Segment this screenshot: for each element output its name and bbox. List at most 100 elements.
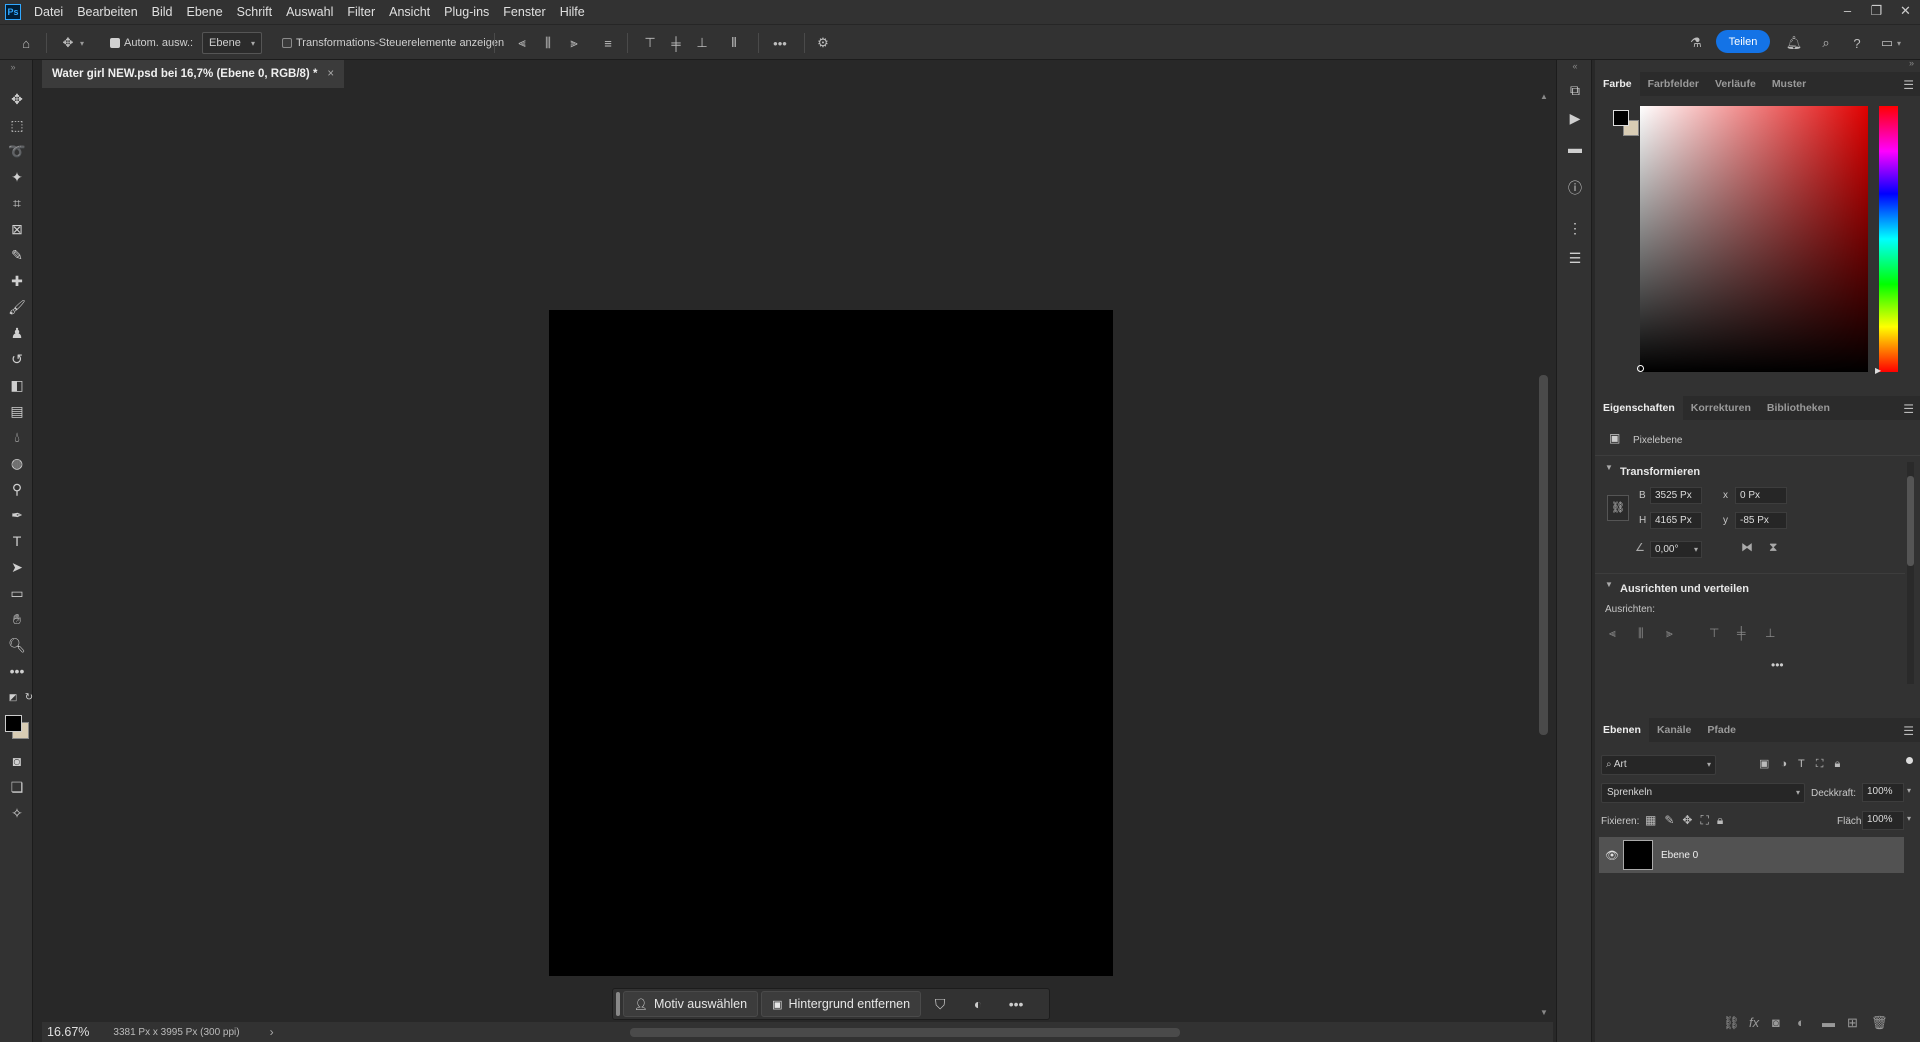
vertical-scroll-thumb[interactable] [1539, 375, 1548, 735]
new-layer-icon[interactable]: ⊞ [1847, 1015, 1858, 1031]
drag-handle[interactable] [616, 992, 620, 1016]
tab-muster[interactable]: Muster [1764, 72, 1814, 96]
height-field[interactable]: 4165 Px [1650, 512, 1702, 529]
horizontal-scrollbar[interactable] [280, 1024, 1530, 1040]
layer-row[interactable]: 👁︎ Ebene 0 [1599, 837, 1904, 873]
hue-slider-handle[interactable]: ▶ [1875, 366, 1881, 375]
tab-pfade[interactable]: Pfade [1699, 718, 1744, 742]
collapse-icon[interactable]: » [1909, 58, 1914, 68]
align-left-icon[interactable]: ⫷ [1609, 626, 1616, 641]
healing-brush-tool-icon[interactable]: ✚ [8, 272, 26, 290]
crop-tool-icon[interactable]: ⌗ [8, 194, 26, 212]
flip-horizontal-icon[interactable]: ⧓ [1741, 540, 1753, 554]
canvas-area[interactable]: 👤︎ Motiv auswählen ▣ Hintergrund entfern… [42, 88, 1535, 1023]
flask-icon[interactable]: ⚗ [1688, 35, 1704, 51]
info-panel-icon[interactable]: ⓘ [1567, 180, 1583, 196]
zoom-tool-icon[interactable]: 🔍︎ [8, 636, 26, 654]
hue-slider[interactable] [1879, 106, 1898, 372]
gradient-tool-icon[interactable]: ▤ [8, 402, 26, 420]
y-field[interactable]: -85 Px [1735, 512, 1787, 529]
more-tools-icon[interactable]: ••• [8, 662, 26, 680]
flip-vertical-icon[interactable]: ⧗ [1769, 540, 1777, 555]
clone-stamp-tool-icon[interactable]: ♟ [8, 324, 26, 342]
foreground-color-swatch[interactable] [1613, 110, 1629, 126]
menu-plugins[interactable]: Plug-ins [437, 0, 496, 24]
menu-hilfe[interactable]: Hilfe [553, 0, 592, 24]
quick-mask-icon[interactable]: ◙ [8, 752, 26, 770]
add-mask-icon[interactable]: ◙ [1772, 1015, 1780, 1030]
rectangle-tool-icon[interactable]: ▭ [8, 584, 26, 602]
properties-scrollbar[interactable] [1907, 462, 1914, 684]
scroll-down-icon[interactable]: ▼ [1540, 1008, 1548, 1017]
color-picker-cursor[interactable] [1637, 365, 1644, 372]
path-selection-tool-icon[interactable]: ➤ [8, 558, 26, 576]
chevron-down-icon[interactable]: ▼ [1605, 580, 1613, 589]
auto-select-dropdown[interactable]: Ebene ▾ [202, 32, 262, 54]
vertical-scrollbar[interactable]: ▲ ▼ [1535, 88, 1553, 1023]
chevron-down-icon[interactable]: ▾ [1907, 786, 1911, 795]
menu-filter[interactable]: Filter [340, 0, 382, 24]
transform-icon[interactable]: ⛉ [921, 996, 959, 1013]
menu-fenster[interactable]: Fenster [496, 0, 552, 24]
panel-menu-icon[interactable]: ☰ [1903, 724, 1914, 738]
panel-menu-icon[interactable]: ☰ [1903, 78, 1914, 92]
tab-ebenen[interactable]: Ebenen [1595, 718, 1649, 742]
layer-filter-dropdown[interactable]: ⌕ Art ▾ [1601, 755, 1716, 775]
chevron-right-icon[interactable]: › [270, 1025, 274, 1039]
help-icon[interactable]: ? [1849, 35, 1865, 51]
width-field[interactable]: 3525 Px [1650, 487, 1702, 504]
paint-bucket-icon[interactable]: ◍ [8, 454, 26, 472]
layer-filter-icons[interactable]: ▣◑T⛶🔒︎ [1759, 757, 1851, 771]
auto-select-checkbox[interactable] [110, 38, 120, 48]
pen-tool-icon[interactable]: ✒ [8, 506, 26, 524]
brush-settings-icon[interactable]: ⋮ [1567, 220, 1583, 236]
align-middle-v-icon[interactable]: ╪ [668, 35, 684, 51]
chevron-down-icon[interactable]: ▼ [1605, 463, 1613, 472]
eraser-tool-icon[interactable]: ◧ [8, 376, 26, 394]
menu-ebene[interactable]: Ebene [180, 0, 230, 24]
dodge-tool-icon[interactable]: ⚲ [8, 480, 26, 498]
align-right-icon[interactable]: ⫸ [1666, 626, 1673, 641]
move-tool-icon[interactable]: ✥ [60, 35, 76, 51]
screen-mode-icon[interactable]: ❏ [8, 778, 26, 796]
fill-field[interactable]: 100% [1862, 811, 1904, 830]
chevron-down-icon[interactable]: ▾ [80, 39, 84, 48]
move-tool-icon[interactable]: ✥ [8, 90, 26, 108]
scroll-up-icon[interactable]: ▲ [1540, 92, 1548, 101]
close-window-icon[interactable]: ✕ [1891, 0, 1920, 24]
distribute-icon[interactable]: ≡ [600, 35, 616, 51]
menu-schrift[interactable]: Schrift [230, 0, 279, 24]
chevron-down-icon[interactable]: ▾ [1907, 814, 1911, 823]
restore-icon[interactable]: ❐ [1862, 0, 1891, 24]
gear-icon[interactable]: ⚙ [815, 35, 831, 51]
minimize-icon[interactable]: – [1833, 0, 1862, 24]
align-center-h-icon[interactable]: ⫼ [1638, 626, 1644, 641]
align-left-icon[interactable]: ⫷ [514, 35, 530, 51]
history-brush-tool-icon[interactable]: ↺ [8, 350, 26, 368]
foreground-color-swatch[interactable] [5, 715, 22, 732]
tab-eigenschaften[interactable]: Eigenschaften [1595, 396, 1683, 420]
document-tab[interactable]: Water girl NEW.psd bei 16,7% (Ebene 0, R… [42, 60, 345, 88]
link-layers-icon[interactable]: ⛓ [1723, 1015, 1740, 1031]
collapse-icon[interactable]: « [1567, 58, 1583, 74]
more-options-icon[interactable]: ••• [772, 35, 788, 51]
angle-field[interactable]: 0,00° ▾ [1650, 541, 1702, 558]
tab-farbe[interactable]: Farbe [1595, 72, 1640, 96]
blend-mode-dropdown[interactable]: Sprenkeln ▾ [1601, 783, 1805, 803]
menu-ansicht[interactable]: Ansicht [382, 0, 437, 24]
x-field[interactable]: 0 Px [1735, 487, 1787, 504]
adjustment-layer-icon[interactable]: ◐ [1797, 1015, 1805, 1030]
horizontal-scroll-thumb[interactable] [630, 1028, 1180, 1037]
align-center-h-icon[interactable]: ⫼ [540, 35, 556, 51]
swap-colors-icon[interactable]: ↻ [20, 688, 38, 706]
transform-section-title[interactable]: Transformieren [1620, 466, 1700, 478]
magic-wand-tool-icon[interactable]: ✦ [8, 168, 26, 186]
frame-tool-icon[interactable]: ⊠ [8, 220, 26, 238]
tab-korrekturen[interactable]: Korrekturen [1683, 396, 1759, 420]
opacity-field[interactable]: 100% [1862, 783, 1904, 802]
menu-datei[interactable]: Datei [27, 0, 70, 24]
eyedropper-tool-icon[interactable]: ✎ [8, 246, 26, 264]
generative-fill-icon[interactable]: ✧ [8, 804, 26, 822]
adjustments-panel-icon[interactable]: ☰ [1567, 250, 1583, 266]
blur-tool-icon[interactable]: 💧︎ [8, 428, 26, 446]
